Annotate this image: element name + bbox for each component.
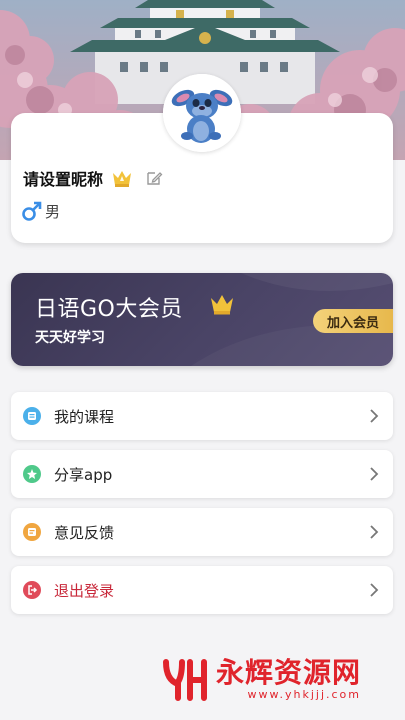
avatar[interactable] (163, 74, 241, 152)
male-icon (21, 200, 43, 222)
logout-icon (23, 581, 41, 599)
menu-item-label: 分享app (54, 465, 113, 484)
watermark-logo-icon (160, 654, 210, 704)
chevron-right-icon (369, 524, 379, 540)
crown-icon (111, 167, 133, 189)
menu-item-my-courses[interactable]: 我的课程 (11, 392, 393, 440)
gender-row: 男 (21, 199, 60, 223)
course-icon (23, 407, 41, 425)
vip-title: 日语GO大会员 (35, 297, 183, 322)
watermark-title: 永辉资源网 (216, 655, 362, 689)
menu-item-label: 意见反馈 (54, 523, 115, 542)
nickname-text[interactable]: 请设置昵称 (23, 166, 103, 190)
chevron-right-icon (369, 408, 379, 424)
nickname-row[interactable]: 请设置昵称 (23, 165, 163, 191)
menu-item-label: 我的课程 (54, 407, 115, 426)
chevron-right-icon (369, 466, 379, 482)
edit-icon[interactable] (145, 169, 163, 187)
crown-icon (209, 291, 235, 317)
feedback-icon (23, 523, 41, 541)
chevron-right-icon (369, 582, 379, 598)
menu-item-label: 退出登录 (54, 581, 115, 600)
vip-subtitle: 天天好学习 (35, 330, 105, 346)
share-icon (23, 465, 41, 483)
menu-item-share-app[interactable]: 分享app (11, 450, 393, 498)
gender-label: 男 (45, 202, 61, 221)
menu-item-feedback[interactable]: 意见反馈 (11, 508, 393, 556)
vip-membership-card[interactable]: 日语GO大会员 天天好学习 加入会员 (11, 273, 393, 366)
menu-item-logout[interactable]: 退出登录 (11, 566, 393, 614)
join-membership-button[interactable]: 加入会员 (313, 309, 393, 333)
watermark: 永辉资源网 www.yhkjjj.com (160, 654, 390, 704)
watermark-url: www.yhkjjj.com (247, 687, 362, 701)
